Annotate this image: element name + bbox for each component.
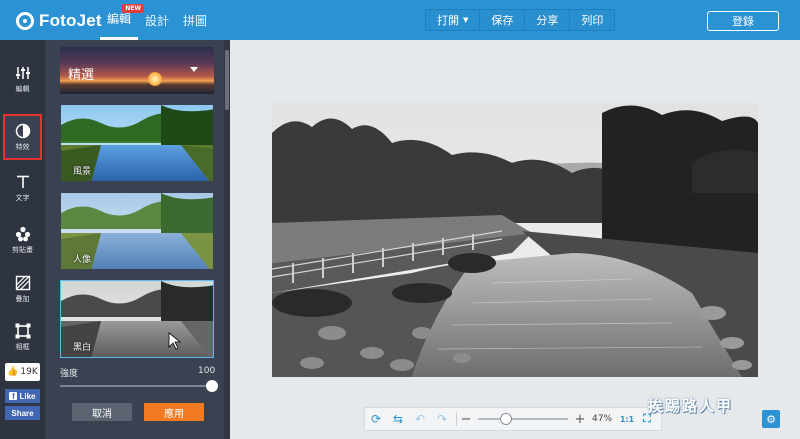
edited-photo[interactable] — [272, 103, 758, 377]
sidebar-item-label: 特效 — [15, 142, 30, 151]
sidebar-item-text[interactable]: 文字 — [3, 165, 42, 211]
facebook-like-label: Like — [19, 391, 36, 401]
thumbs-up-icon: 👍 — [7, 367, 19, 377]
rotate-button[interactable]: ⟳ — [365, 408, 387, 430]
fotojet-logo[interactable]: FotoJet — [16, 10, 102, 32]
thumbnail-label: 黑白 — [73, 343, 92, 353]
print-button[interactable]: 列印 — [570, 10, 615, 30]
like-count-box: 👍 19K — [5, 363, 40, 381]
gear-icon: ⚙ — [766, 412, 776, 426]
contrast-icon — [15, 123, 30, 138]
facebook-share-button[interactable]: Share — [5, 406, 40, 420]
watermark-text: 挨踢路人甲 — [648, 397, 734, 415]
print-button-label: 列印 — [581, 14, 604, 27]
zoom-in-button[interactable]: + — [574, 412, 586, 427]
rotate-icon: ⟳ — [370, 412, 382, 426]
nav-tab-collage-label: 拼圖 — [183, 13, 208, 28]
thumbnail-label: 人像 — [73, 255, 92, 265]
sliders-icon — [15, 66, 30, 79]
sidebar-item-label: 相框 — [15, 342, 30, 351]
actual-size-button[interactable]: 1:1 — [618, 410, 636, 428]
actual-size-label: 1:1 — [619, 414, 635, 424]
blackwhite-landscape-image — [272, 103, 758, 377]
main-nav: 編輯 NEW 設計 拼圖 — [100, 0, 214, 40]
open-button[interactable]: 打開 ▼ — [426, 10, 481, 30]
effect-thumbnail-portrait[interactable]: 人像 — [60, 192, 214, 270]
intensity-label: 強度 — [60, 369, 79, 379]
intensity-slider-track[interactable] — [60, 385, 214, 387]
flip-icon: ⇆ — [392, 412, 404, 426]
top-bar: FotoJet 編輯 NEW 設計 拼圖 打開 ▼ 保存 分享 列印 登錄 — [0, 0, 800, 40]
sidebar-item-label: 文字 — [15, 193, 30, 202]
nav-tab-design-label: 設計 — [145, 13, 170, 28]
nav-tab-edit[interactable]: 編輯 NEW — [100, 0, 145, 40]
sidebar-item-overlay[interactable]: 疊加 — [3, 266, 42, 312]
open-button-label: 打開 — [437, 14, 459, 27]
effect-thumbnail-blackwhite[interactable]: 黑白 — [60, 280, 214, 358]
share-button-label: 分享 — [536, 14, 559, 27]
facebook-icon: f — [9, 392, 18, 401]
nav-tab-collage[interactable]: 拼圖 — [176, 0, 214, 40]
sidebar-item-frame[interactable]: 相框 — [3, 314, 42, 360]
file-toolbar: 打開 ▼ 保存 分享 列印 — [425, 9, 616, 31]
sidebar-item-label: 編輯 — [15, 84, 30, 93]
save-button[interactable]: 保存 — [480, 10, 526, 30]
frame-icon — [15, 323, 30, 338]
effect-category-label: 精選 — [68, 68, 95, 83]
zoom-slider-handle[interactable] — [500, 413, 512, 425]
save-button-label: 保存 — [491, 14, 514, 27]
share-button[interactable]: 分享 — [525, 10, 571, 30]
sunset-graphic — [148, 72, 162, 86]
sidebar-item-label: 疊加 — [15, 294, 30, 303]
effect-thumbnail-scenery[interactable]: 風景 — [60, 104, 214, 182]
undo-button[interactable]: ↶ — [409, 408, 431, 430]
cancel-button[interactable]: 取消 — [72, 403, 132, 421]
intensity-value: 100 — [198, 366, 216, 376]
zoom-percent: 47% — [592, 414, 613, 424]
sidebar-item-label: 剪貼畫 — [12, 245, 33, 254]
logo-icon — [16, 12, 34, 30]
sidebar-item-edit[interactable]: 編輯 — [3, 56, 42, 102]
zoom-slider-track[interactable] — [478, 413, 568, 425]
sidebar-item-clipart[interactable]: 剪貼畫 — [3, 217, 42, 263]
apply-button[interactable]: 應用 — [144, 403, 204, 421]
logo-text: FotoJet — [39, 11, 102, 30]
overlay-icon — [15, 275, 30, 290]
caret-down-icon: ▼ — [463, 16, 469, 24]
effect-category-dropdown[interactable]: 精選 — [60, 47, 214, 94]
redo-button[interactable]: ↷ — [431, 408, 453, 430]
facebook-like-button[interactable]: f Like — [5, 389, 40, 403]
toolbar-divider — [456, 412, 457, 426]
nav-tab-design[interactable]: 設計 — [138, 0, 176, 40]
login-button[interactable]: 登錄 — [707, 11, 779, 31]
zoom-toolbar: ⟳ ⇆ ↶ ↷ − + 47% 1:1 ⛶ — [364, 407, 662, 431]
redo-icon: ↷ — [436, 412, 448, 426]
flip-button[interactable]: ⇆ — [387, 408, 409, 430]
panel-scrollbar-thumb[interactable] — [225, 50, 229, 110]
like-count: 19K — [20, 367, 38, 377]
settings-button[interactable]: ⚙ — [762, 410, 780, 428]
zoom-out-button[interactable]: − — [460, 412, 472, 427]
intensity-slider-handle[interactable] — [206, 380, 218, 392]
caret-down-icon — [190, 67, 198, 72]
text-icon — [16, 175, 29, 188]
undo-icon: ↶ — [414, 412, 426, 426]
thumbnail-label: 風景 — [73, 167, 92, 177]
clipart-icon — [15, 226, 30, 241]
sidebar-item-effects[interactable]: 特效 — [3, 114, 42, 160]
